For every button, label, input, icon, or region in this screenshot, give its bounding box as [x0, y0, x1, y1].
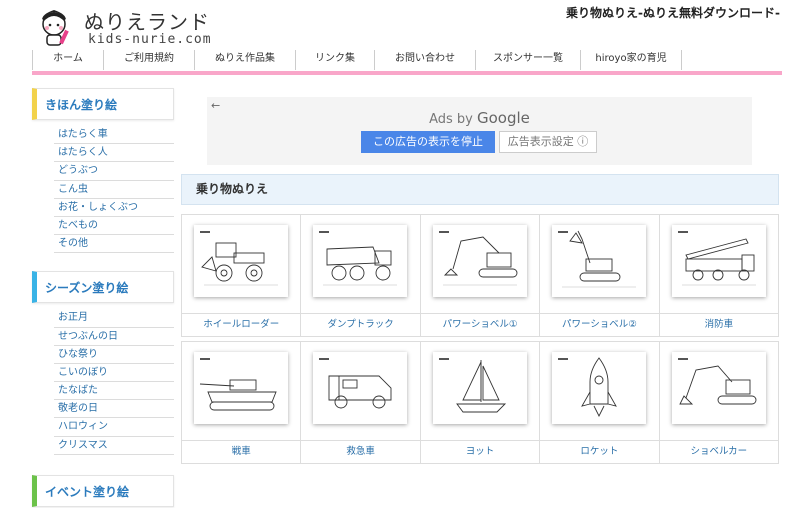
site-logo[interactable]: ぬりえランド kids-nurie.com	[32, 4, 252, 48]
logo-subtitle: kids-nurie.com	[88, 32, 212, 47]
card-label: ホイールローダー	[182, 313, 301, 336]
power-shovel-icon	[552, 225, 647, 297]
sidebar-item[interactable]: ハロウィン	[54, 418, 174, 437]
nav-item-terms[interactable]: ご利用規約	[104, 50, 195, 70]
sidebar-item[interactable]: はたらく人	[54, 144, 174, 163]
ad-banner: ← Ads by Google この広告の表示を停止 広告表示設定 ⓘ	[207, 97, 752, 165]
sidebar-heading-season: シーズン塗り絵	[32, 271, 174, 304]
fire-truck-icon	[671, 225, 766, 297]
nav-item-links[interactable]: リンク集	[296, 50, 375, 70]
ambulance-icon	[313, 352, 408, 424]
ad-stop-button[interactable]: この広告の表示を停止	[361, 131, 495, 153]
sidebar-heading-event: イベント塗り絵	[32, 474, 174, 507]
sidebar-item[interactable]: こん虫	[54, 181, 174, 199]
sidebar-list-basic: はたらく車 はたらく人 どうぶつ こん虫 お花・しょくぶつ たべもの その他	[54, 126, 174, 254]
sidebar-item[interactable]: たなばた	[54, 382, 174, 401]
coloring-card[interactable]: ヨット	[420, 342, 541, 463]
section-title: 乗り物ぬりえ	[181, 174, 779, 205]
sidebar-heading-basic: きほん塗り絵	[32, 88, 174, 120]
coloring-card[interactable]: ショベルカー	[659, 342, 779, 463]
card-label: 戦車	[182, 440, 301, 463]
nav-item-home[interactable]: ホーム	[33, 50, 104, 70]
coloring-card[interactable]: パワーショベル①	[420, 215, 541, 336]
rocket-icon	[552, 352, 647, 424]
coloring-card[interactable]: パワーショベル②	[540, 215, 660, 336]
sidebar-item[interactable]: たべもの	[54, 217, 174, 236]
ad-title-brand: Google	[477, 109, 530, 127]
sidebar-item[interactable]: はたらく車	[54, 126, 174, 145]
card-label: ダンプトラック	[301, 313, 420, 336]
sidebar-item[interactable]: どうぶつ	[54, 162, 174, 181]
logo-title: ぬりえランド	[84, 10, 210, 34]
yacht-icon	[432, 352, 527, 424]
sidebar-item[interactable]: クリスマス	[54, 437, 174, 455]
card-label: ショベルカー	[659, 440, 779, 463]
card-label: パワーショベル①	[420, 313, 540, 336]
sidebar-item[interactable]: こいのぼり	[54, 364, 174, 383]
page-tagline: 乗り物ぬりえ-ぬりえ無料ダウンロード-	[566, 6, 780, 20]
sidebar-item[interactable]: ひな祭り	[54, 346, 174, 364]
card-row-2: 戦車 救急車 ヨット ロケット ショベルカー	[181, 341, 779, 464]
sidebar: きほん塗り絵 はたらく車 はたらく人 どうぶつ こん虫 お花・しょくぶつ たべも…	[32, 88, 174, 507]
card-label: 消防車	[659, 313, 779, 336]
sidebar-item[interactable]: せつぶんの日	[54, 328, 174, 346]
nav-item-parenting[interactable]: hiroyo家の育児	[581, 50, 682, 70]
sidebar-item[interactable]: お花・しょくぶつ	[54, 199, 174, 217]
sidebar-list-season: お正月 せつぶんの日 ひな祭り こいのぼり たなばた 敬老の日 ハロウィン クリ…	[54, 309, 174, 455]
sidebar-item[interactable]: お正月	[54, 309, 174, 328]
coloring-card[interactable]: ダンプトラック	[301, 215, 421, 336]
main-nav: ホーム ご利用規約 ぬりえ作品集 リンク集 お問い合わせ スポンサー一覧 hir…	[32, 50, 783, 70]
nav-item-sponsors[interactable]: スポンサー一覧	[476, 50, 581, 70]
dump-truck-icon	[313, 225, 408, 297]
wheel-loader-icon	[194, 225, 288, 297]
ad-title-prefix: Ads by	[429, 112, 477, 127]
sidebar-item[interactable]: その他	[54, 235, 174, 254]
coloring-card[interactable]: 消防車	[659, 215, 779, 336]
nav-item-contact[interactable]: お問い合わせ	[375, 50, 476, 70]
coloring-card[interactable]: 戦車	[182, 342, 302, 463]
coloring-card[interactable]: ロケット	[540, 342, 660, 463]
sidebar-item[interactable]: 敬老の日	[54, 400, 174, 419]
ad-title: Ads by Google	[207, 109, 752, 127]
card-label: パワーショベル②	[540, 313, 659, 336]
card-label: ヨット	[420, 440, 540, 463]
nav-item-gallery[interactable]: ぬりえ作品集	[195, 50, 296, 70]
card-row-1: ホイールローダー ダンプトラック パワーショベル① パワーショベル② 消防車	[181, 214, 779, 337]
card-label: ロケット	[540, 440, 659, 463]
excavator-icon	[671, 352, 766, 424]
site-header: ぬりえランド kids-nurie.com 乗り物ぬりえ-ぬりえ無料ダウンロード…	[0, 0, 800, 50]
ad-settings-button[interactable]: 広告表示設定 ⓘ	[499, 131, 597, 153]
card-label: 救急車	[301, 440, 420, 463]
power-shovel-icon	[432, 225, 527, 297]
coloring-card[interactable]: 救急車	[301, 342, 421, 463]
coloring-card[interactable]: ホイールローダー	[182, 215, 302, 336]
tank-icon	[194, 352, 288, 424]
header-divider	[32, 71, 782, 75]
mascot-icon	[42, 10, 69, 46]
